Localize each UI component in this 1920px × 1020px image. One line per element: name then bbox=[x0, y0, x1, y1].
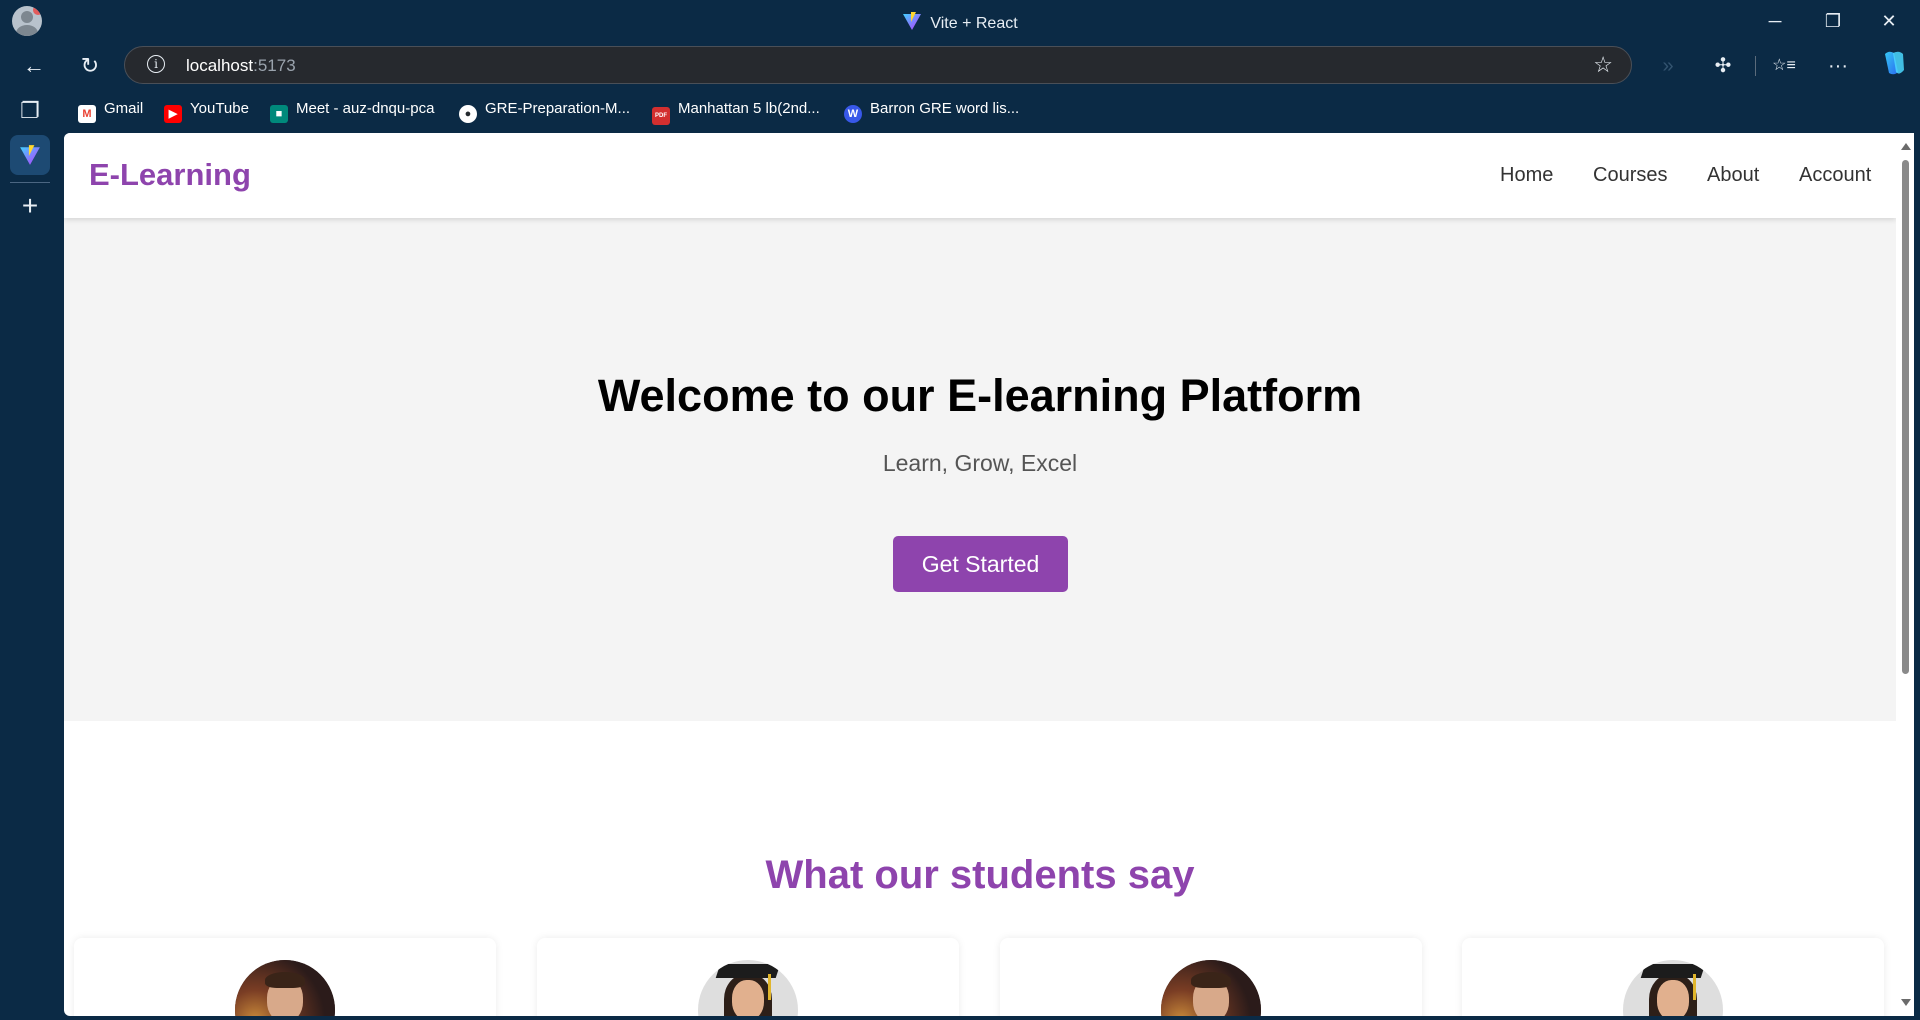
testimonial-card bbox=[1000, 938, 1422, 1016]
url-host: localhost bbox=[186, 56, 254, 75]
url-text[interactable]: localhost:5173 bbox=[186, 56, 296, 76]
restore-button[interactable]: ❐ bbox=[1810, 6, 1856, 36]
more-options-icon[interactable]: ··· bbox=[1820, 48, 1856, 84]
bookmarks-bar: M Gmail ▶ YouTube ■ Meet - auz-dnqu-pca ● GR… bbox=[0, 90, 1920, 128]
address-bar[interactable]: i localhost:5173 ☆ bbox=[124, 46, 1632, 84]
title-bar: Vite + React ─ ❐ ✕ bbox=[0, 0, 1920, 42]
window-title: Vite + React bbox=[0, 11, 1920, 36]
browser-toolbar: ← ↻ i localhost:5173 ☆ » ✣ ☆≡ ··· bbox=[0, 42, 1920, 88]
toolbar-divider bbox=[1755, 56, 1756, 76]
extensions-icon[interactable]: ✣ bbox=[1705, 48, 1741, 84]
vite-icon bbox=[20, 145, 40, 165]
youtube-icon: ▶ bbox=[164, 105, 182, 123]
bookmark-label: YouTube bbox=[190, 100, 249, 117]
minimize-button[interactable]: ─ bbox=[1752, 6, 1798, 36]
bookmark-gmail[interactable]: M Gmail bbox=[78, 98, 144, 123]
pdf-icon: PDF bbox=[652, 107, 670, 125]
page-scrollbar[interactable] bbox=[1896, 133, 1914, 1016]
nav-account[interactable]: Account bbox=[1799, 164, 1871, 187]
student-avatar bbox=[235, 960, 335, 1016]
scroll-up-arrow-icon[interactable] bbox=[1901, 143, 1911, 150]
bookmark-github[interactable]: ● GRE-Preparation-M... bbox=[459, 98, 631, 123]
favorite-star-icon[interactable]: ☆ bbox=[1593, 52, 1613, 78]
close-button[interactable]: ✕ bbox=[1866, 6, 1912, 36]
wordpress-icon: W bbox=[844, 105, 862, 123]
site-info-icon[interactable]: i bbox=[147, 55, 165, 73]
active-tab-vite[interactable] bbox=[10, 135, 50, 175]
scroll-thumb[interactable] bbox=[1902, 160, 1909, 674]
favorites-icon[interactable]: ☆≡ bbox=[1766, 48, 1802, 84]
hero-section: Welcome to our E-learning Platform Learn… bbox=[64, 218, 1896, 721]
page-viewport: E-Learning Home Courses About Account We… bbox=[64, 133, 1896, 1016]
student-avatar bbox=[698, 960, 798, 1016]
nav-home[interactable]: Home bbox=[1500, 164, 1553, 187]
nav-courses[interactable]: Courses bbox=[1593, 164, 1667, 187]
bookmark-label: Barron GRE word lis... bbox=[870, 100, 1020, 117]
get-started-button[interactable]: Get Started bbox=[893, 536, 1068, 592]
tab-actions-icon[interactable]: ❐ bbox=[10, 91, 50, 131]
bookmark-label: Meet - auz-dnqu-pca bbox=[296, 100, 435, 117]
nav-about[interactable]: About bbox=[1707, 164, 1759, 187]
site-navbar: E-Learning Home Courses About Account bbox=[64, 133, 1896, 218]
student-avatar bbox=[1161, 960, 1261, 1016]
sidebar-divider bbox=[10, 182, 50, 183]
reload-icon[interactable]: ↻ bbox=[72, 48, 108, 84]
bookmark-label: Manhattan 5 lb(2nd... bbox=[678, 100, 820, 117]
github-icon: ● bbox=[459, 105, 477, 123]
gmail-icon: M bbox=[78, 105, 96, 123]
vite-icon bbox=[902, 11, 922, 36]
site-logo[interactable]: E-Learning bbox=[89, 157, 251, 193]
hero-subtitle: Learn, Grow, Excel bbox=[882, 450, 1078, 476]
vertical-tabs-sidebar: ❐ + bbox=[0, 88, 60, 1020]
new-tab-icon[interactable]: + bbox=[10, 186, 50, 226]
bookmark-meet[interactable]: ■ Meet - auz-dnqu-pca bbox=[270, 98, 435, 123]
bookmark-label: GRE-Preparation-M... bbox=[485, 100, 631, 117]
tab-title-text: Vite + React bbox=[930, 15, 1018, 32]
testimonials-heading: What our students say bbox=[765, 853, 1195, 897]
back-icon[interactable]: ← bbox=[16, 48, 52, 84]
bookmark-label: Gmail bbox=[104, 100, 144, 117]
url-port: :5173 bbox=[253, 56, 296, 75]
extensions-forward-icon[interactable]: » bbox=[1650, 48, 1686, 84]
copilot-icon[interactable] bbox=[1876, 48, 1912, 84]
scroll-down-arrow-icon[interactable] bbox=[1901, 999, 1911, 1006]
bookmark-youtube[interactable]: ▶ YouTube bbox=[164, 98, 249, 123]
testimonial-card bbox=[1462, 938, 1884, 1016]
meet-icon: ■ bbox=[270, 105, 288, 123]
testimonial-card bbox=[537, 938, 959, 1016]
hero-title: Welcome to our E-learning Platform bbox=[597, 370, 1363, 421]
bookmark-barron[interactable]: W Barron GRE word lis... bbox=[844, 98, 1020, 123]
testimonial-card bbox=[74, 938, 496, 1016]
student-avatar bbox=[1623, 960, 1723, 1016]
bookmark-manhattan[interactable]: PDF Manhattan 5 lb(2nd... bbox=[652, 98, 820, 125]
